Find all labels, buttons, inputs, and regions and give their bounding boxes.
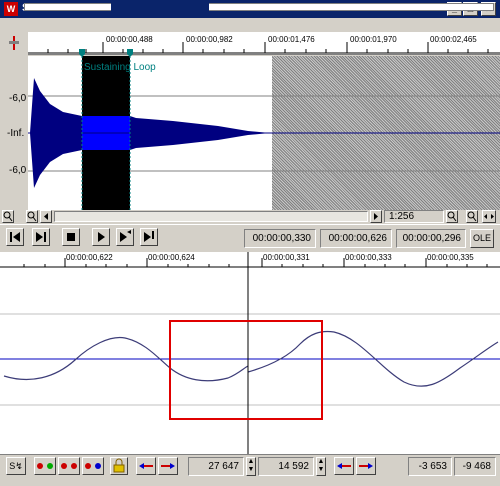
play-looped-icon[interactable] xyxy=(140,228,158,246)
spinner-1-icon[interactable]: ▲ ▼ xyxy=(246,457,256,476)
zoom-ruler-label: 00:00:00,331 xyxy=(263,253,310,262)
ole-button[interactable]: OLE xyxy=(470,229,494,248)
loop-start-marker[interactable] xyxy=(79,49,85,57)
zoom-ruler-label: 00:00:00,333 xyxy=(345,253,392,262)
edit-tool-red-icon[interactable] xyxy=(34,457,56,475)
spinner-2-icon[interactable]: ▲ ▼ xyxy=(316,457,326,476)
nudge-right-icon[interactable] xyxy=(356,457,376,475)
overview-view-indicator[interactable] xyxy=(111,3,209,11)
ruler-label: 00:00:02,465 xyxy=(430,35,477,44)
ruler-label: 00:00:00,488 xyxy=(106,35,153,44)
edit-tool-blue-icon[interactable] xyxy=(82,457,104,475)
zoom-out-icon[interactable] xyxy=(2,210,14,223)
zoom-ruler-label: 00:00:00,335 xyxy=(427,253,474,262)
peak-value-right: -9 468 xyxy=(454,457,496,476)
edit-tool-mix-icon[interactable] xyxy=(58,457,80,475)
play-all-icon[interactable] xyxy=(116,228,134,246)
split-arrows-icon[interactable] xyxy=(482,210,496,223)
ruler-label: 00:00:00,982 xyxy=(186,35,233,44)
zoom-in-icon[interactable] xyxy=(26,210,38,223)
move-right-icon[interactable] xyxy=(158,457,178,475)
db-label: -Inf. xyxy=(7,128,25,139)
marker-icon[interactable] xyxy=(8,36,20,50)
peak-value-left: -3 653 xyxy=(408,457,452,476)
scroll-right-icon[interactable] xyxy=(370,210,382,223)
selection-start-field[interactable]: 00:00:00,330 xyxy=(244,229,316,248)
zoom-out-level-icon[interactable] xyxy=(446,210,458,223)
loop-label: Sustaining Loop xyxy=(84,62,156,73)
highlight-box xyxy=(169,320,323,420)
loop-end-marker[interactable] xyxy=(127,49,133,57)
zoom-ratio: 1:256 xyxy=(384,210,444,223)
selection-length-field[interactable]: 00:00:00,296 xyxy=(396,229,466,248)
zoom-ruler-label: 00:00:00,622 xyxy=(66,253,113,262)
zoom-in-level-icon[interactable] xyxy=(466,210,478,223)
waveform-canvas[interactable] xyxy=(28,56,500,210)
scroll-left-icon[interactable] xyxy=(40,210,52,223)
sample-value-1[interactable]: 27 647 xyxy=(188,457,244,476)
overview-bar xyxy=(0,18,500,32)
db-label: -6,0 xyxy=(9,165,27,176)
ruler-label: 00:00:01,970 xyxy=(350,35,397,44)
sound-forge-icon[interactable]: W xyxy=(4,2,18,16)
nudge-left-icon[interactable] xyxy=(334,457,354,475)
play-icon[interactable] xyxy=(92,228,110,246)
go-to-end-icon[interactable] xyxy=(32,228,50,246)
ruler-label: 00:00:01,476 xyxy=(268,35,315,44)
overview-track[interactable] xyxy=(24,3,494,11)
stop-icon[interactable] xyxy=(62,228,80,246)
lock-icon[interactable] xyxy=(110,457,128,475)
move-left-icon[interactable] xyxy=(136,457,156,475)
sample-value-2[interactable]: 14 592 xyxy=(258,457,314,476)
go-to-start-icon[interactable] xyxy=(6,228,24,246)
selection-end-field[interactable]: 00:00:00,626 xyxy=(320,229,392,248)
db-label: -6,0 xyxy=(9,93,27,104)
snap-icon[interactable]: S↯ xyxy=(6,457,26,475)
zoom-ruler-label: 00:00:00,624 xyxy=(148,253,195,262)
scroll-track[interactable] xyxy=(54,211,368,222)
